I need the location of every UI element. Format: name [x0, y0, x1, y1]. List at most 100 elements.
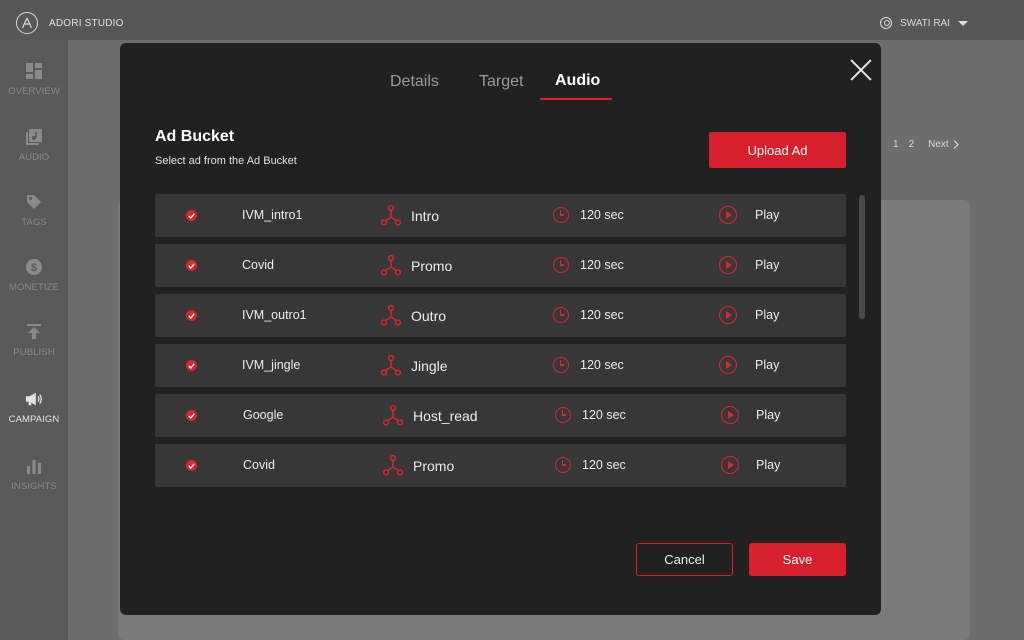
cancel-button[interactable]: Cancel: [636, 543, 733, 576]
active-tab-indicator: [540, 98, 612, 100]
check-circle-icon[interactable]: [186, 460, 197, 471]
top-bar: ADORI STUDIO SWATI RAI: [0, 0, 1024, 40]
check-circle-icon[interactable]: [186, 410, 197, 421]
ad-row[interactable]: Covid Promo 120 sec Play: [155, 244, 846, 287]
check-circle-icon[interactable]: [186, 360, 197, 371]
ad-type-icon: [381, 355, 401, 376]
ad-duration: 120 sec: [580, 308, 624, 322]
sidebar-item-label: CAMPAIGN: [8, 414, 60, 425]
adori-logo-icon: [16, 12, 38, 34]
ad-type-icon: [381, 205, 401, 226]
clock-icon: [553, 207, 569, 223]
play-button[interactable]: Play: [756, 458, 780, 472]
ad-duration: 120 sec: [580, 358, 624, 372]
play-icon[interactable]: [721, 406, 739, 424]
ad-name: IVM_outro1: [242, 308, 307, 322]
ad-name: Covid: [242, 258, 274, 272]
sidebar-item-publish[interactable]: PUBLISH: [0, 323, 68, 358]
user-icon: [880, 17, 892, 29]
brand[interactable]: ADORI STUDIO: [16, 12, 124, 34]
ad-duration: 120 sec: [580, 208, 624, 222]
modal-tabs: Details Target Audio: [120, 71, 881, 101]
sidebar-item-label: AUDIO: [18, 152, 50, 163]
ad-type: Jingle: [411, 358, 448, 374]
bar-chart-icon: [25, 457, 43, 475]
sidebar-item-campaign[interactable]: CAMPAIGN: [0, 390, 68, 425]
ad-duration: 120 sec: [582, 408, 626, 422]
audio-library-icon: [25, 128, 43, 146]
sidebar-item-label: TAGS: [21, 217, 47, 228]
clock-icon: [553, 307, 569, 323]
sidebar-item-label: MONETIZE: [9, 282, 59, 293]
clock-icon: [555, 457, 571, 473]
ad-bucket-modal: Details Target Audio Ad Bucket Select ad…: [120, 43, 881, 615]
sidebar-item-overview[interactable]: OVERVIEW: [0, 62, 68, 97]
megaphone-icon: [25, 390, 43, 408]
sidebar: OVERVIEW AUDIO TAGS $ MONETIZE PUBLISH C…: [0, 40, 68, 640]
ad-type: Promo: [413, 458, 455, 474]
play-button[interactable]: Play: [755, 208, 779, 222]
check-circle-icon[interactable]: [186, 310, 197, 321]
play-icon[interactable]: [721, 456, 739, 474]
ad-row[interactable]: IVM_outro1 Outro 120 sec Play: [155, 294, 846, 337]
user-menu[interactable]: SWATI RAI: [880, 17, 968, 29]
tab-target[interactable]: Target: [479, 73, 523, 91]
svg-text:$: $: [31, 262, 37, 274]
play-button[interactable]: Play: [755, 308, 779, 322]
ad-type: Intro: [411, 208, 440, 224]
user-name: SWATI RAI: [900, 17, 950, 29]
tag-icon: [25, 193, 43, 211]
ad-name: IVM_intro1: [242, 208, 303, 222]
ad-row[interactable]: IVM_intro1 Intro 120 sec Play: [155, 194, 846, 237]
play-icon[interactable]: [719, 306, 737, 324]
clock-icon: [555, 407, 571, 423]
dollar-icon: $: [25, 258, 43, 276]
check-circle-icon[interactable]: [186, 210, 197, 221]
check-circle-icon[interactable]: [186, 260, 197, 271]
caret-down-icon: [958, 20, 968, 26]
page-link-2[interactable]: 2: [909, 139, 915, 150]
sidebar-item-tags[interactable]: TAGS: [0, 193, 68, 228]
upload-icon: [25, 323, 43, 341]
ad-duration: 120 sec: [582, 458, 626, 472]
sidebar-item-insights[interactable]: INSIGHTS: [0, 457, 68, 492]
play-button[interactable]: Play: [756, 408, 780, 422]
ad-row[interactable]: IVM_jingle Jingle 120 sec Play: [155, 344, 846, 387]
play-button[interactable]: Play: [755, 358, 779, 372]
tab-audio[interactable]: Audio: [555, 72, 600, 90]
ad-row[interactable]: Google Host_read 120 sec Play: [155, 394, 846, 437]
ad-name: Covid: [243, 458, 275, 472]
sidebar-item-audio[interactable]: AUDIO: [0, 128, 68, 163]
play-button[interactable]: Play: [755, 258, 779, 272]
save-button[interactable]: Save: [749, 543, 846, 576]
tab-details[interactable]: Details: [390, 73, 439, 91]
clock-icon: [553, 257, 569, 273]
chevron-right-icon: [953, 140, 959, 149]
play-icon[interactable]: [719, 356, 737, 374]
ad-type: Promo: [411, 258, 453, 274]
page-link-1[interactable]: 1: [893, 139, 899, 150]
dashboard-icon: [25, 62, 43, 80]
play-icon[interactable]: [719, 206, 737, 224]
brand-name: ADORI STUDIO: [49, 17, 124, 29]
ad-type-icon: [381, 255, 401, 276]
pagination: 1 2 Next: [893, 139, 959, 150]
play-icon[interactable]: [719, 256, 737, 274]
modal-section-subtitle: Select ad from the Ad Bucket: [155, 155, 297, 167]
ad-type-icon: [383, 405, 403, 426]
ad-type: Outro: [411, 308, 447, 324]
clock-icon: [553, 357, 569, 373]
modal-section-title: Ad Bucket: [155, 128, 235, 145]
ad-list-scrollbar[interactable]: [859, 195, 865, 319]
ad-row[interactable]: Covid Promo 120 sec Play: [155, 444, 846, 487]
ad-name: Google: [243, 408, 284, 422]
next-page-link[interactable]: Next: [928, 139, 959, 150]
sidebar-item-monetize[interactable]: $ MONETIZE: [0, 258, 68, 293]
upload-ad-button[interactable]: Upload Ad: [709, 132, 846, 168]
sidebar-item-label: PUBLISH: [13, 347, 55, 358]
sidebar-item-label: INSIGHTS: [11, 481, 57, 492]
ad-type: Host_read: [413, 408, 478, 424]
ad-type-icon: [383, 455, 403, 476]
ad-name: IVM_jingle: [242, 358, 301, 372]
sidebar-item-label: OVERVIEW: [8, 86, 60, 97]
